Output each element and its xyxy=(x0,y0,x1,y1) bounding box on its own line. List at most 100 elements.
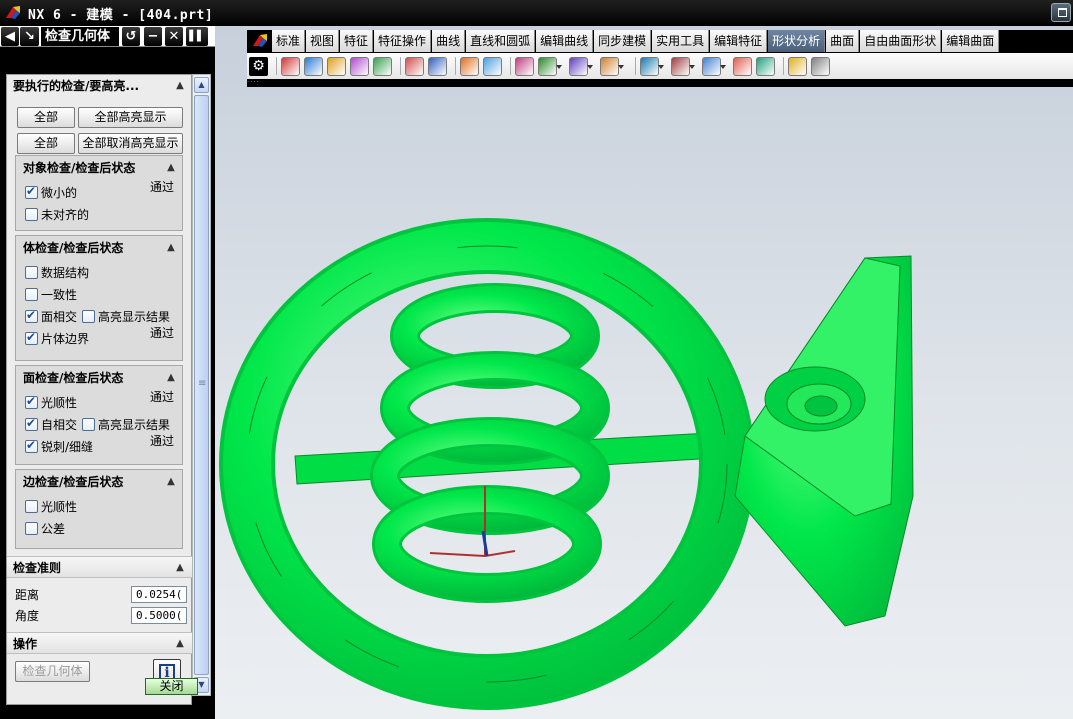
tab-1[interactable]: 视图 xyxy=(306,30,340,52)
check-item[interactable]: 未对齐的 xyxy=(25,205,89,223)
operation-title: 操作 xyxy=(13,637,38,651)
nx-menu-icon[interactable] xyxy=(248,30,272,52)
scroll-up-icon[interactable]: ▲ xyxy=(194,77,209,93)
highlight-results-checkbox[interactable] xyxy=(82,309,96,323)
uncheck-all-button[interactable]: 全部 xyxy=(17,133,75,154)
check-geometry-icon[interactable] xyxy=(788,56,807,76)
highlight-lines-icon[interactable] xyxy=(569,56,593,76)
check-geometry-button[interactable]: 检查几何体 xyxy=(15,661,90,682)
ribbon-tabs: 标准 视图 特征 特征操作 曲线 直线和圆弧 编辑曲线 同步建模 实用工具 编辑特征 形状分析 曲面自… xyxy=(247,30,1000,52)
tab-11[interactable]: 曲面 xyxy=(826,30,860,52)
collapse-criteria-icon[interactable]: ▲ xyxy=(174,562,186,574)
check-item[interactable]: 公差 xyxy=(25,519,65,537)
reset-icon[interactable]: ↺ xyxy=(122,27,140,46)
scroll-thumb[interactable] xyxy=(194,95,209,675)
tab-2[interactable]: 特征 xyxy=(340,30,374,52)
checkbox[interactable] xyxy=(25,207,38,221)
toolbar-grip[interactable]: ···· xyxy=(247,79,267,86)
checkbox[interactable] xyxy=(25,416,38,431)
check-group-title: 边检查/检查后状态 xyxy=(23,475,124,489)
tab-13[interactable]: 编辑曲面 xyxy=(942,30,1000,52)
highlight-all-button[interactable]: 全部高亮显示 xyxy=(78,107,183,128)
point-analysis-icon[interactable] xyxy=(483,56,502,76)
restore-window-button[interactable] xyxy=(1051,3,1071,22)
angle-input[interactable] xyxy=(131,607,187,624)
check-item-label: 一致性 xyxy=(41,287,78,302)
check-item[interactable]: 微小的 xyxy=(25,183,77,201)
graphics-window[interactable] xyxy=(215,26,1073,719)
check-all-button[interactable]: 全部 xyxy=(17,107,75,128)
tab-12[interactable]: 自由曲面形状 xyxy=(860,30,942,52)
shape-analysis-5-icon[interactable] xyxy=(373,56,392,76)
criteria-section-header[interactable]: 检查准则 ▲ xyxy=(7,556,193,578)
tab-5[interactable]: 直线和圆弧 xyxy=(466,30,536,52)
collapse-operation-icon[interactable]: ▲ xyxy=(174,638,186,650)
section-analysis-icon[interactable] xyxy=(538,56,562,76)
analysis-options-icon[interactable] xyxy=(811,56,830,76)
shape-analysis-3-icon[interactable] xyxy=(327,56,346,76)
check-item[interactable]: 自相交 高亮显示结果 xyxy=(25,415,170,433)
shape-analysis-4-icon[interactable] xyxy=(350,56,369,76)
gear-icon[interactable]: ⚙ xyxy=(249,56,268,76)
green-3d-model[interactable] xyxy=(215,26,1073,719)
checkbox[interactable] xyxy=(25,330,38,345)
shape-analysis-1-icon[interactable] xyxy=(281,56,300,76)
dialog-menu-icon[interactable]: ▌▌ xyxy=(186,27,208,46)
check-item-label: 自相交 xyxy=(41,417,78,432)
tab-0[interactable]: 标准 xyxy=(272,30,306,52)
radius-icon[interactable] xyxy=(702,56,726,76)
checkbox[interactable] xyxy=(25,499,38,513)
resource-bar-icon[interactable]: ◀ xyxy=(1,27,19,46)
curvature-comb-icon[interactable] xyxy=(515,56,534,76)
close-button[interactable]: 关闭 xyxy=(145,678,198,695)
check-item-label: 面相交 xyxy=(41,309,78,324)
close-dialog-icon[interactable]: ✕ xyxy=(165,27,183,46)
collapse-group-icon[interactable]: ▲ xyxy=(165,162,177,174)
curve-analysis-icon[interactable] xyxy=(428,56,447,76)
unhighlight-all-button[interactable]: 全部取消高亮显示 xyxy=(78,133,183,154)
check-item[interactable]: 一致性 xyxy=(25,285,77,303)
checkbox[interactable] xyxy=(25,438,38,453)
checkbox[interactable] xyxy=(25,184,38,199)
reflection-icon[interactable] xyxy=(600,56,624,76)
criteria-title: 检查准则 xyxy=(13,561,62,575)
model-geometry xyxy=(219,218,914,710)
minimize-icon[interactable]: − xyxy=(144,27,162,46)
face-analysis-icon[interactable] xyxy=(460,56,479,76)
check-item[interactable]: 光顺性 xyxy=(25,497,77,515)
deviation-icon[interactable] xyxy=(405,56,424,76)
tab-8[interactable]: 实用工具 xyxy=(652,30,710,52)
draft-icon[interactable] xyxy=(733,56,752,76)
check-item[interactable]: 片体边界 xyxy=(25,329,89,347)
select-arrow-icon[interactable]: ↘ xyxy=(20,27,39,46)
tab-9[interactable]: 编辑特征 xyxy=(710,30,768,52)
distance-input[interactable] xyxy=(131,586,187,603)
distance-icon[interactable] xyxy=(671,56,695,76)
checkbox[interactable] xyxy=(25,394,38,409)
tab-7[interactable]: 同步建模 xyxy=(594,30,652,52)
check-item[interactable]: 面相交 高亮显示结果 xyxy=(25,307,170,325)
collapse-group-icon[interactable]: ▲ xyxy=(165,476,177,488)
collapse-group-icon[interactable]: ▲ xyxy=(165,372,177,384)
tab-10[interactable]: 形状分析 xyxy=(768,30,826,52)
check-item[interactable]: 锐刺/细缝 xyxy=(25,437,93,455)
dialog-scrollbar[interactable]: ▲ ▼ xyxy=(192,74,211,696)
checkbox[interactable] xyxy=(25,287,38,301)
checkbox[interactable] xyxy=(25,265,38,279)
check-item[interactable]: 光顺性 xyxy=(25,393,77,411)
slope-icon[interactable] xyxy=(640,56,664,76)
highlight-results-label: 高亮显示结果 xyxy=(98,417,171,432)
checkbox[interactable] xyxy=(25,308,38,323)
shape-analysis-2-icon[interactable] xyxy=(304,56,323,76)
collapse-group-icon[interactable]: ▲ xyxy=(165,242,177,254)
check-item[interactable]: 数据结构 xyxy=(25,263,89,281)
tab-6[interactable]: 编辑曲线 xyxy=(536,30,594,52)
checkbox[interactable] xyxy=(25,521,38,535)
check-status: 通过 xyxy=(149,390,174,404)
tab-4[interactable]: 曲线 xyxy=(432,30,466,52)
collapse-main-icon[interactable]: ▲ xyxy=(174,80,186,92)
highlight-results-checkbox[interactable] xyxy=(82,417,96,431)
surface-continuity-icon[interactable] xyxy=(756,56,775,76)
tab-3[interactable]: 特征操作 xyxy=(374,30,432,52)
operation-section-header[interactable]: 操作 ▲ xyxy=(7,632,193,654)
